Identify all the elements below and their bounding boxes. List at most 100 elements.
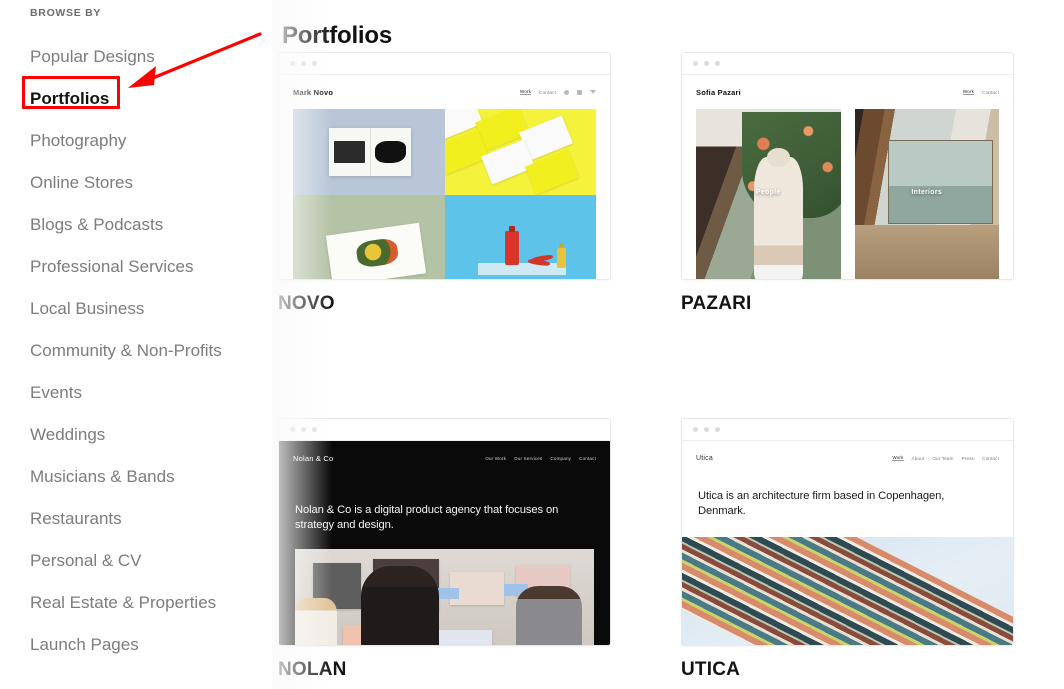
site-nav: Our Work Our Services Company Contact [485, 456, 596, 461]
template-card-novo[interactable]: Mark Novo Work Contact NOVO [278, 52, 611, 316]
page-root: BROWSE BY Popular Designs Portfolios Pho… [0, 0, 1064, 689]
site-nav: Work Contact [962, 89, 999, 95]
sidebar-item-popular-designs[interactable]: Popular Designs [30, 36, 272, 78]
sidebar-item-events[interactable]: Events [30, 372, 272, 414]
window-dot-icon [704, 61, 709, 66]
template-name: PAZARI [681, 293, 752, 314]
site-nav-link: About [911, 455, 925, 461]
preview-image-plate [293, 194, 445, 279]
sidebar-item-launch-pages[interactable]: Launch Pages [30, 624, 272, 666]
site-header: Sofia Pazari Work Contact [682, 75, 1013, 109]
preview-image-book [293, 109, 445, 195]
site-nav-link: Contact [579, 455, 596, 461]
site-nav-link: Work [962, 89, 975, 95]
browser-chrome-bar [279, 53, 610, 75]
site-logo: Sofia Pazari [696, 87, 741, 97]
site-preview: Utica Work About Our Team Press Contact … [682, 441, 1013, 645]
preview-panel-people: People [696, 109, 841, 279]
template-preview-nolan[interactable]: Nolan & Co Our Work Our Services Company… [278, 418, 611, 646]
sidebar-item-musicians-bands[interactable]: Musicians & Bands [30, 456, 272, 498]
window-dot-icon [301, 61, 306, 66]
browse-sidebar: BROWSE BY Popular Designs Portfolios Pho… [0, 0, 272, 689]
site-nav-link: Press [961, 455, 975, 461]
site-nav-link: Contact [982, 455, 999, 461]
site-nav: Work Contact [519, 89, 596, 95]
preview-image-panels: People Interiors [696, 109, 999, 279]
preview-image-grid [293, 109, 597, 279]
sidebar-item-restaurants[interactable]: Restaurants [30, 498, 272, 540]
template-preview-pazari[interactable]: Sofia Pazari Work Contact People Interio… [681, 52, 1014, 280]
template-card-nolan[interactable]: Nolan & Co Our Work Our Services Company… [278, 418, 611, 682]
sidebar-heading: BROWSE BY [30, 7, 102, 19]
window-dot-icon [704, 427, 709, 432]
site-nav-link: Our Services [514, 455, 543, 461]
sidebar-item-community-non-profits[interactable]: Community & Non-Profits [30, 330, 272, 372]
page-title: Portfolios [282, 22, 392, 50]
site-header: Mark Novo Work Contact [279, 75, 610, 109]
template-card-pazari[interactable]: Sofia Pazari Work Contact People Interio… [681, 52, 1014, 316]
preview-image-product [444, 194, 596, 279]
sidebar-item-local-business[interactable]: Local Business [30, 288, 272, 330]
window-dot-icon [301, 427, 306, 432]
window-dot-icon [715, 427, 720, 432]
panel-label: Interiors [911, 189, 943, 197]
site-nav-link: Contact [982, 89, 999, 95]
site-nav-link: Work [892, 455, 904, 461]
site-nav-link: Our Work [485, 455, 507, 461]
circle-icon [564, 89, 569, 95]
template-preview-utica[interactable]: Utica Work About Our Team Press Contact … [681, 418, 1014, 646]
site-nav-link: Our Team [932, 455, 954, 461]
browser-chrome-bar [682, 419, 1013, 441]
window-dot-icon [290, 61, 295, 66]
window-dot-icon [290, 427, 295, 432]
template-name: UTICA [681, 659, 741, 680]
window-dot-icon [693, 427, 698, 432]
window-dot-icon [693, 61, 698, 66]
browser-chrome-bar [279, 419, 610, 441]
person-graphic [753, 148, 803, 279]
person-graphic [360, 566, 439, 645]
preview-image-cards [444, 109, 597, 195]
book-photo-left [334, 140, 366, 163]
site-nav: Work About Our Team Press Contact [892, 455, 999, 461]
window-dot-icon [715, 61, 720, 66]
sidebar-item-portfolios[interactable]: Portfolios [30, 78, 272, 120]
site-logo: Mark Novo [293, 87, 334, 97]
site-preview: Sofia Pazari Work Contact People Interio… [682, 75, 1013, 279]
site-preview: Nolan & Co Our Work Our Services Company… [279, 441, 610, 645]
person-graphic [516, 585, 583, 645]
sidebar-item-blogs-podcasts[interactable]: Blogs & Podcasts [30, 204, 272, 246]
plate-graphic [326, 222, 427, 279]
business-cards-graphic [444, 109, 597, 195]
sidebar-item-real-estate-properties[interactable]: Real Estate & Properties [30, 582, 272, 624]
person-graphic [295, 597, 337, 645]
sticky-note [435, 587, 460, 600]
sidebar-item-online-stores[interactable]: Online Stores [30, 162, 272, 204]
sidebar-item-photography[interactable]: Photography [30, 120, 272, 162]
window-dot-icon [312, 427, 317, 432]
bottle-graphic [505, 225, 520, 265]
site-header: Nolan & Co Our Work Our Services Company… [279, 441, 610, 475]
site-headline: Utica is an architecture firm based in C… [698, 490, 945, 517]
template-card-utica[interactable]: Utica Work About Our Team Press Contact … [681, 418, 1014, 682]
chevron-down-icon [590, 90, 596, 94]
site-headline: Nolan & Co is a digital product agency t… [295, 504, 559, 531]
template-name: NOVO [278, 293, 335, 314]
wall-print [432, 630, 493, 645]
window-dot-icon [312, 61, 317, 66]
sidebar-item-personal-cv[interactable]: Personal & CV [30, 540, 272, 582]
sidebar-item-professional-services[interactable]: Professional Services [30, 246, 272, 288]
template-preview-novo[interactable]: Mark Novo Work Contact [278, 52, 611, 280]
sidebar-item-weddings[interactable]: Weddings [30, 414, 272, 456]
podium-graphic [477, 262, 566, 275]
template-name: NOLAN [278, 659, 347, 680]
preview-image-building [682, 537, 1013, 645]
book-photo-right [375, 140, 407, 163]
site-nav-link: Contact [539, 89, 556, 95]
site-nav-link: Company [550, 455, 572, 461]
site-header: Utica Work About Our Team Press Contact [682, 441, 1013, 475]
open-book-graphic [329, 127, 412, 176]
category-nav-list: Popular Designs Portfolios Photography O… [30, 36, 272, 666]
site-nav-link: Work [519, 89, 532, 95]
square-icon [577, 89, 582, 95]
